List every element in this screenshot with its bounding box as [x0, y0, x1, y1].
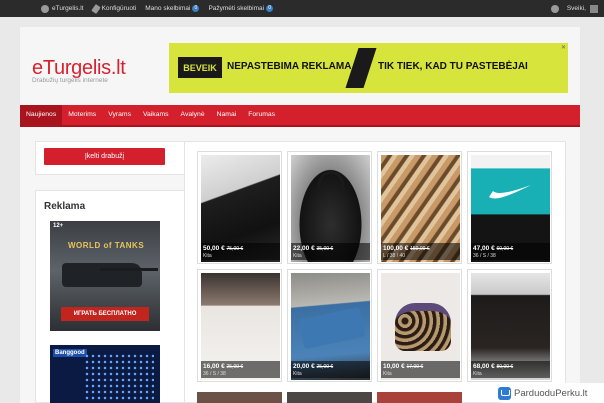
sidebar-ad-world-of-tanks[interactable]: 12+ WORLD of TANKS ИГРАТЬ БЕСПЛАТНО	[50, 221, 160, 331]
ad-play-button[interactable]: ИГРАТЬ БЕСПЛАТНО	[61, 307, 149, 321]
banner-text-secondary: TIK TIEK, KAD TU PASTEBĖJAI	[378, 61, 528, 72]
price-bar: 22,00 € 35,00 € Kita	[291, 243, 370, 260]
tank-image	[62, 263, 142, 287]
admin-site-link[interactable]: eTurgelis.lt	[41, 4, 84, 13]
sidebar-ads-title: Reklama	[44, 201, 86, 212]
watermark: ParduoduPerku.lt	[494, 383, 604, 403]
admin-user-menu[interactable]: Sveiki,	[550, 0, 598, 17]
price-bar: 10,00 € 17,00 € Kita	[381, 361, 460, 378]
led-lights-image	[84, 353, 154, 401]
nav-item-men[interactable]: Vyrams	[102, 105, 137, 125]
product-price: 16,00 € 25,00 €	[203, 363, 244, 370]
product-size: 36 / S / 38	[473, 253, 496, 259]
admin-my-ads-count: 0	[192, 5, 200, 12]
product-size: L / 38 / 40	[383, 253, 406, 259]
sidebar-post-widget: Įkelti drabužį	[35, 141, 185, 175]
user-circle-icon	[550, 4, 559, 13]
ad-store-logo: Banggood	[53, 349, 87, 357]
sidebar-ads-widget: Reklama 12+ WORLD of TANKS ИГРАТЬ БЕСПЛА…	[35, 190, 185, 403]
admin-marked-ads-label: Pažymėti skelbimai	[208, 5, 265, 12]
nav-item-home[interactable]: Namai	[211, 105, 243, 125]
admin-customize-link[interactable]: Konfigūruoti	[90, 3, 137, 14]
banner-text-primary: NEPASTEBIMA REKLAMA	[227, 61, 352, 72]
ad-game-logo: WORLD of TANKS	[68, 241, 145, 250]
site-tagline: Drabužių turgelis internete	[32, 77, 108, 84]
avatar	[590, 4, 598, 13]
ad-age-rating: 12+	[53, 223, 64, 229]
product-price: 68,00 € 80,00 €	[473, 363, 514, 370]
product-price: 20,00 € 25,00 €	[293, 363, 334, 370]
product-price: 50,00 € 75,00 €	[203, 245, 244, 252]
product-card[interactable]: 10,00 € 17,00 € Kita	[377, 269, 462, 382]
admin-site-name: eTurgelis.lt	[52, 5, 84, 12]
product-card[interactable]: 16,00 € 25,00 € 36 / S / 38	[197, 269, 282, 382]
nav-item-footwear[interactable]: Avalynė	[175, 105, 211, 125]
brush-icon	[90, 3, 101, 14]
product-grid: 50,00 € 75,00 € Kita 22,00 € 35,00 € Kit…	[184, 141, 566, 403]
product-card[interactable]: 50,00 € 75,00 € Kita	[197, 151, 282, 264]
product-price: 100,00 € 150,00 €	[383, 245, 430, 252]
main-nav: Naujienos Moterims Vyrams Vaikams Avalyn…	[20, 105, 580, 127]
product-card[interactable]: 22,00 € 35,00 € Kita	[287, 151, 372, 264]
admin-marked-ads-count: 0	[266, 5, 274, 12]
wallet-shape	[298, 306, 366, 350]
product-card[interactable]: 47,00 € 60,00 € 36 / S / 38	[467, 151, 552, 264]
nav-item-women[interactable]: Moterims	[62, 105, 102, 125]
product-size: Kita	[293, 253, 302, 259]
product-size: Kita	[383, 371, 392, 377]
shopping-bag-icon	[498, 386, 511, 400]
product-size: Kita	[203, 253, 212, 259]
product-card-partial[interactable]	[287, 392, 372, 403]
price-bar: 20,00 € 25,00 € Kita	[291, 361, 370, 378]
bag-handle	[318, 171, 344, 191]
watermark-text: ParduoduPerku.lt	[514, 387, 588, 399]
slipper-shape	[395, 303, 451, 351]
post-item-button[interactable]: Įkelti drabužį	[44, 148, 165, 165]
product-price: 47,00 € 60,00 €	[473, 245, 514, 252]
home-icon	[41, 4, 49, 13]
admin-marked-ads-link[interactable]: Pažymėti skelbimai 0	[208, 5, 274, 12]
admin-user-greeting: Sveiki,	[566, 5, 586, 12]
ad-close-icon[interactable]: ✕	[561, 44, 566, 51]
nav-item-kids[interactable]: Vaikams	[137, 105, 175, 125]
admin-my-ads-label: Mano skelbimai	[145, 5, 191, 12]
price-bar: 50,00 € 75,00 € Kita	[201, 243, 280, 260]
product-card[interactable]: 100,00 € 150,00 € L / 38 / 40	[377, 151, 462, 264]
header-ad-banner[interactable]: BEVEIK NEPASTEBIMA REKLAMA TIK TIEK, KAD…	[169, 43, 568, 93]
product-size: Kita	[473, 371, 482, 377]
product-price: 22,00 € 35,00 €	[293, 245, 334, 252]
page-container: eTurgelis.lt Drabužių turgelis internete…	[20, 27, 580, 403]
admin-customize-label: Konfigūruoti	[101, 5, 137, 12]
product-card-partial[interactable]	[377, 392, 462, 403]
nav-item-news[interactable]: Naujienos	[20, 105, 63, 125]
product-card-partial[interactable]	[197, 392, 282, 403]
product-size: Kita	[293, 371, 302, 377]
swoosh-icon	[489, 185, 531, 199]
price-bar: 47,00 € 60,00 € 36 / S / 38	[471, 243, 550, 260]
nav-item-forum[interactable]: Forumas	[242, 105, 281, 125]
price-bar: 68,00 € 80,00 € Kita	[471, 361, 550, 378]
price-bar: 16,00 € 25,00 € 36 / S / 38	[201, 361, 280, 378]
product-card[interactable]: 68,00 € 80,00 € Kita	[467, 269, 552, 382]
admin-bar: eTurgelis.lt Konfigūruoti Mano skelbimai…	[0, 0, 604, 17]
product-size: 36 / S / 38	[203, 371, 226, 377]
price-bar: 100,00 € 150,00 € L / 38 / 40	[381, 243, 460, 260]
sidebar-ad-banggood[interactable]: Banggood	[50, 345, 160, 403]
banner-badge: BEVEIK	[178, 57, 222, 78]
product-price: 10,00 € 17,00 €	[383, 363, 424, 370]
tank-barrel	[100, 268, 158, 271]
admin-my-ads-link[interactable]: Mano skelbimai 0	[145, 5, 200, 12]
product-card[interactable]: 20,00 € 25,00 € Kita	[287, 269, 372, 382]
